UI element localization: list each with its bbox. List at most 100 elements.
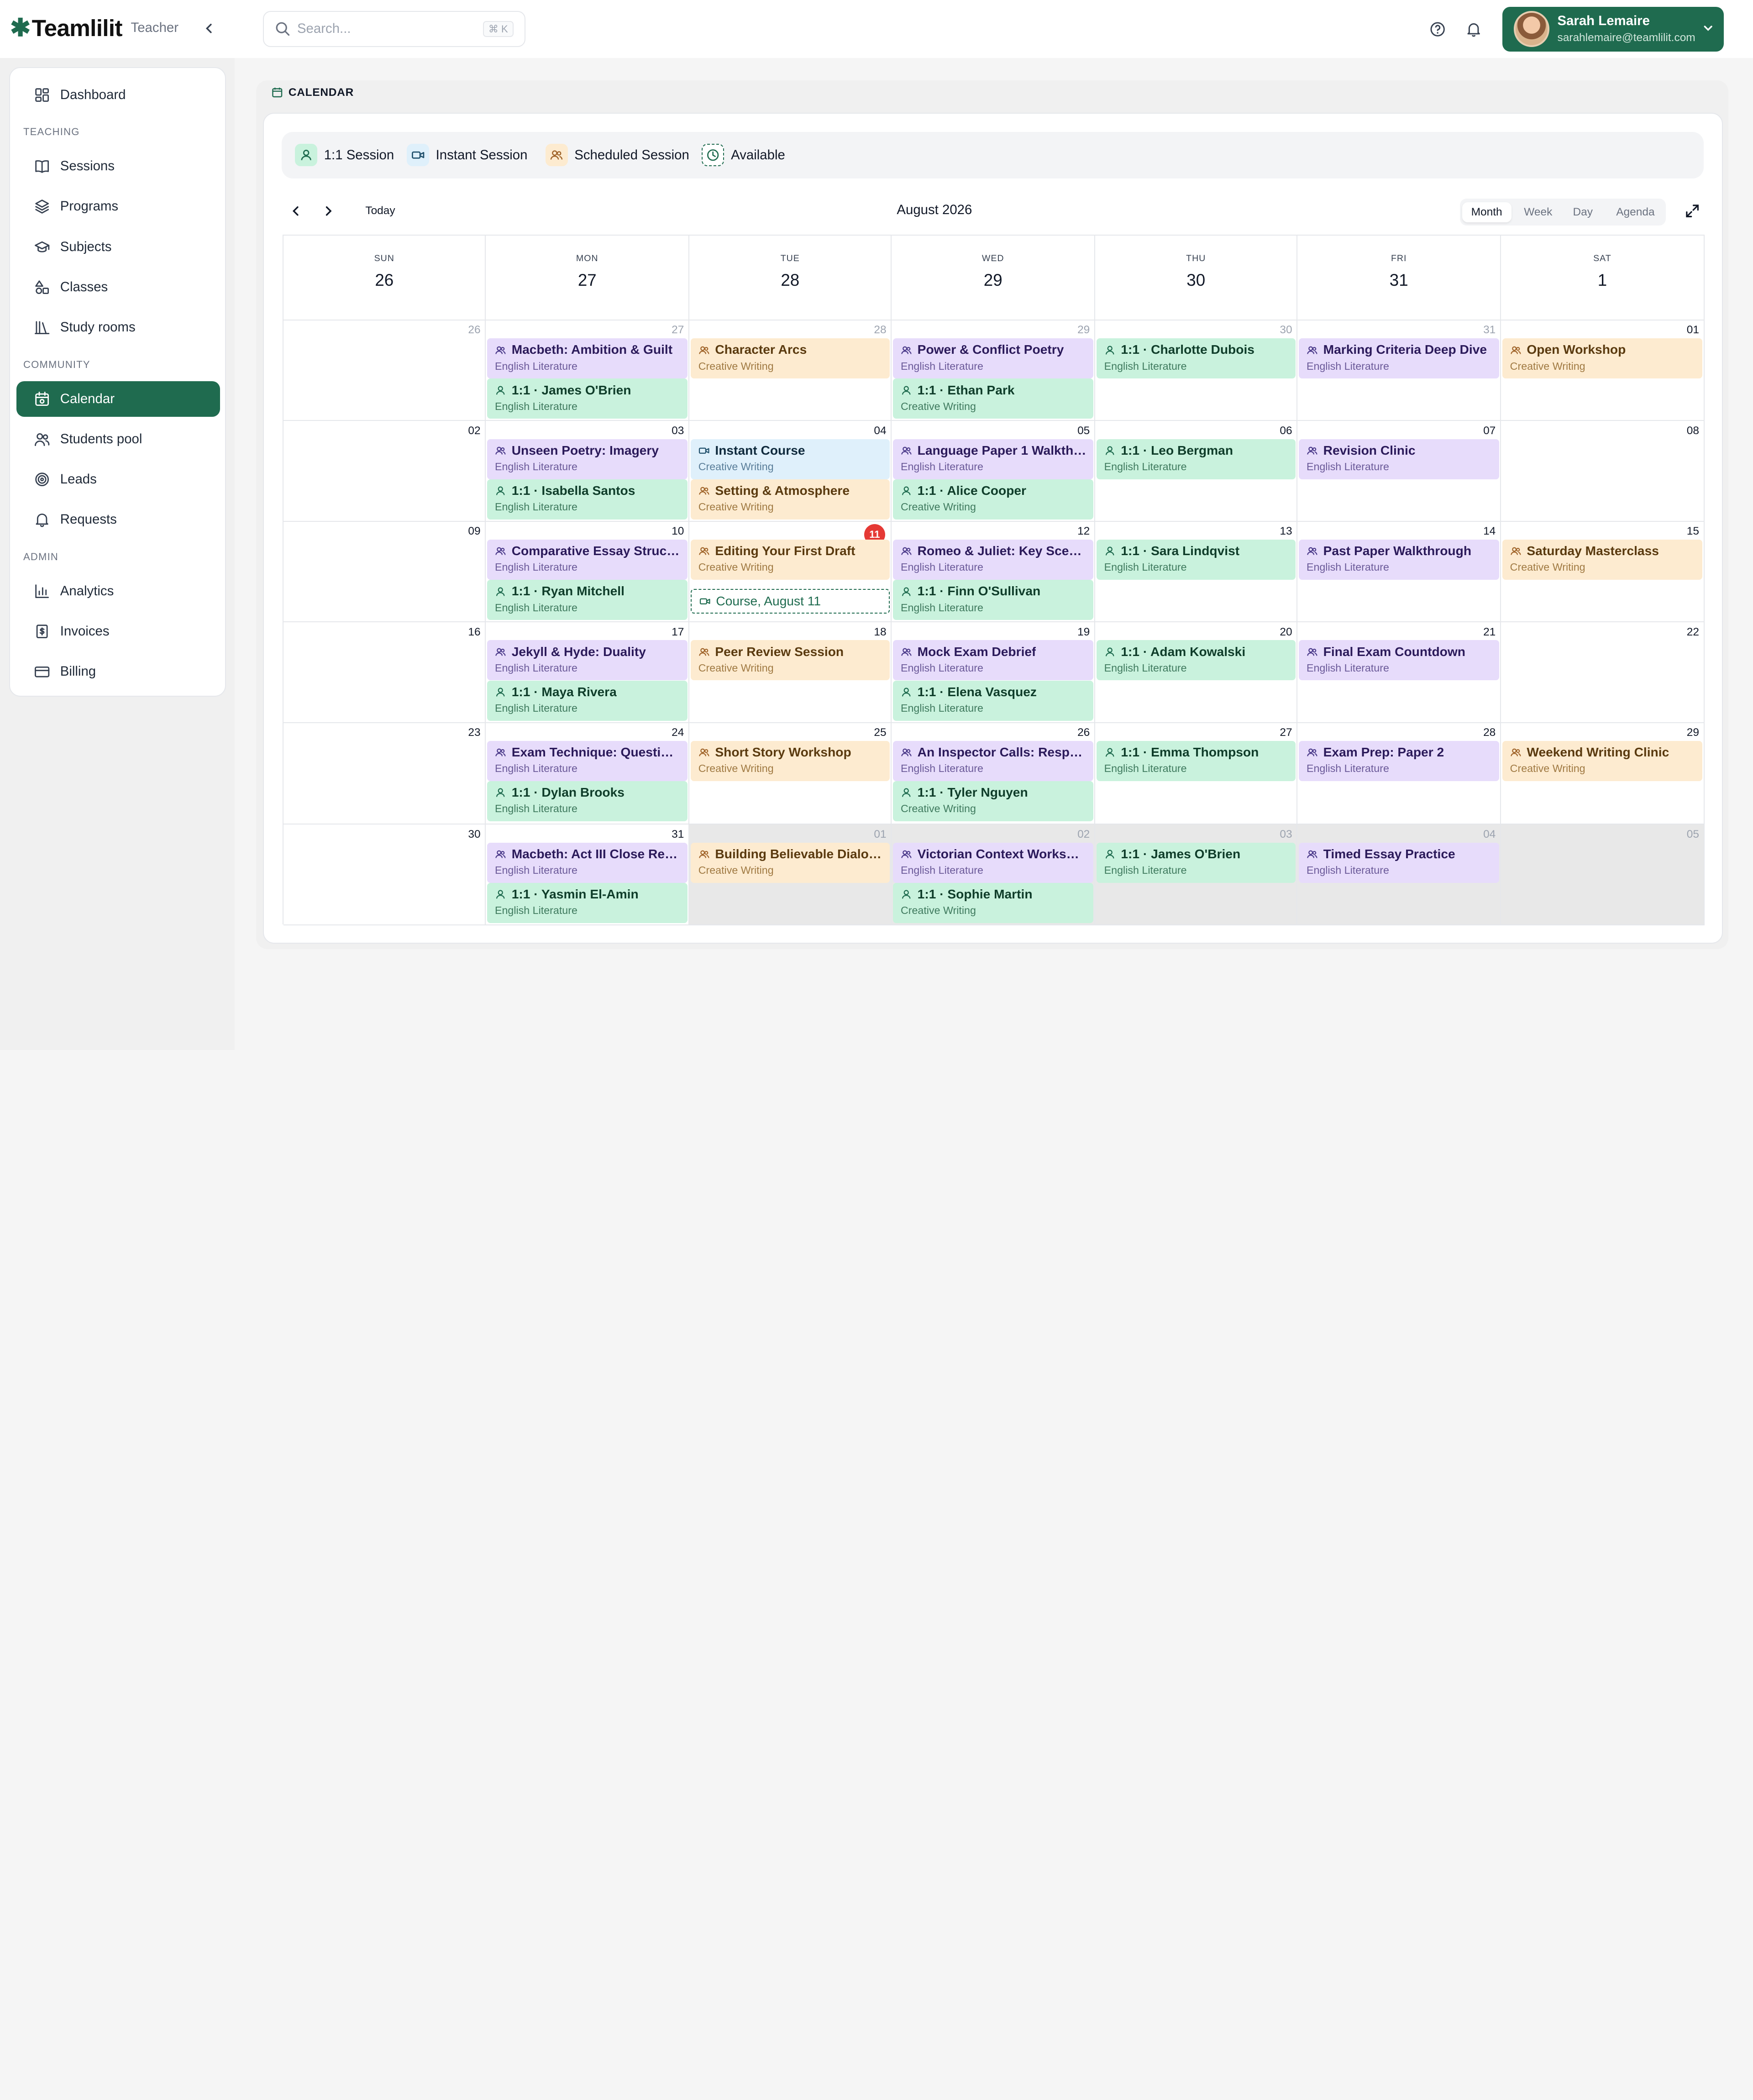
day-cell[interactable]: 31 Marking Criteria Deep Dive English Lite…: [1297, 320, 1501, 421]
day-cell[interactable]: 01 Open Workshop Creative Writing: [1501, 320, 1705, 421]
user-menu[interactable]: Sarah Lemaire sarahlemaire@teamlilit.com: [1502, 6, 1724, 52]
calendar-event[interactable]: Marking Criteria Deep Dive English Litera…: [1298, 338, 1499, 379]
day-cell[interactable]: 06 1:1 · Leo Bergman English Literature: [1095, 421, 1298, 522]
calendar-event[interactable]: Romeo & Juliet: Key Scenes English Litera…: [892, 539, 1093, 580]
calendar-event[interactable]: Macbeth: Ambition & Guilt English Literat…: [487, 338, 688, 379]
sidebar-item-subjects[interactable]: Subjects: [16, 229, 220, 265]
day-cell[interactable]: 19 Mock Exam Debrief English Literature 1:1…: [892, 622, 1096, 723]
day-cell[interactable]: 05 Language Paper 1 Walkthro... English Li…: [892, 421, 1096, 522]
calendar-event[interactable]: Exam Prep: Paper 2 English Literature: [1298, 740, 1499, 781]
calendar-event[interactable]: Short Story Workshop Creative Writing: [690, 740, 890, 781]
day-cell[interactable]: 28 Exam Prep: Paper 2 English Literature: [1297, 723, 1501, 825]
calendar-event[interactable]: Revision Clinic English Literature: [1298, 439, 1499, 479]
view-agenda-button[interactable]: Agenda: [1607, 202, 1663, 222]
calendar-event[interactable]: Unseen Poetry: Imagery English Literature: [487, 439, 688, 479]
day-cell[interactable]: 29 Power & Conflict Poetry English Literat…: [892, 320, 1096, 421]
calendar-event[interactable]: Mock Exam Debrief English Literature: [892, 640, 1093, 681]
sidebar-item-requests[interactable]: Requests: [16, 502, 220, 537]
calendar-event[interactable]: Victorian Context Workshop English Litera…: [892, 842, 1093, 883]
calendar-event[interactable]: Saturday Masterclass Creative Writing: [1502, 539, 1703, 580]
day-cell[interactable]: 25 Short Story Workshop Creative Writing: [689, 723, 892, 825]
day-cell[interactable]: 26: [283, 320, 486, 421]
day-cell[interactable]: 28 Character Arcs Creative Writing: [689, 320, 892, 421]
sidebar-item-dashboard[interactable]: Dashboard: [16, 77, 220, 113]
calendar-event[interactable]: Comparative Essay Structu... English Lite…: [487, 539, 688, 580]
day-cell[interactable]: 12 Romeo & Juliet: Key Scenes English Lite…: [892, 521, 1096, 623]
day-cell[interactable]: 14 Past Paper Walkthrough English Literatu…: [1297, 521, 1501, 623]
day-cell[interactable]: 27 1:1 · Emma Thompson English Literature: [1095, 723, 1298, 825]
day-cell[interactable]: 16: [283, 622, 486, 723]
day-cell[interactable]: 01 Building Believable Dialogue Creative W…: [689, 824, 892, 925]
calendar-event[interactable]: Power & Conflict Poetry English Literatur…: [892, 338, 1093, 379]
calendar-event[interactable]: Editing Your First Draft Creative Writing: [690, 539, 890, 580]
sidebar-item-billing[interactable]: Billing: [16, 654, 220, 689]
day-cell[interactable]: 30: [283, 824, 486, 925]
collapse-sidebar-button[interactable]: [201, 18, 217, 40]
day-cell[interactable]: 20 1:1 · Adam Kowalski English Literature: [1095, 622, 1298, 723]
calendar-event[interactable]: Peer Review Session Creative Writing: [690, 640, 890, 681]
view-month-button[interactable]: Month: [1462, 202, 1512, 222]
calendar-event[interactable]: Jekyll & Hyde: Duality English Literature: [487, 640, 688, 681]
search-input[interactable]: Search... ⌘ K: [262, 11, 525, 47]
day-cell[interactable]: 18 Peer Review Session Creative Writing: [689, 622, 892, 723]
calendar-event[interactable]: Final Exam Countdown English Literature: [1298, 640, 1499, 681]
day-cell[interactable]: 27 Macbeth: Ambition & Guilt English Liter…: [486, 320, 690, 421]
day-cell[interactable]: 05: [1501, 824, 1705, 925]
calendar-event[interactable]: 1:1 · Maya Rivera English Literature: [487, 680, 688, 721]
day-cell[interactable]: 29 Weekend Writing Clinic Creative Writing: [1501, 723, 1705, 825]
calendar-event[interactable]: 1:1 · Leo Bergman English Literature: [1096, 439, 1296, 479]
calendar-event[interactable]: Instant Course Creative Writing: [690, 439, 890, 479]
calendar-event[interactable]: 1:1 · Yasmin El-Amin English Literature: [487, 882, 688, 923]
calendar-event[interactable]: 1:1 · James O'Brien English Literature: [1096, 842, 1296, 883]
day-cell[interactable]: 07 Revision Clinic English Literature: [1297, 421, 1501, 522]
day-cell[interactable]: 04 Instant Course Creative Writing Setting …: [689, 421, 892, 522]
help-button[interactable]: [1427, 18, 1449, 40]
calendar-event[interactable]: Setting & Atmosphere Creative Writing: [690, 479, 890, 520]
day-cell[interactable]: 26 An Inspector Calls: Respon... English L…: [892, 723, 1096, 825]
day-cell[interactable]: 09: [283, 521, 486, 623]
sidebar-item-students-pool[interactable]: Students pool: [16, 421, 220, 457]
sidebar-item-study-rooms[interactable]: Study rooms: [16, 310, 220, 345]
day-cell[interactable]: 22: [1501, 622, 1705, 723]
day-cell[interactable]: 23: [283, 723, 486, 825]
calendar-event[interactable]: Weekend Writing Clinic Creative Writing: [1502, 740, 1703, 781]
calendar-event[interactable]: 1:1 · Sara Lindqvist English Literature: [1096, 539, 1296, 580]
calendar-event[interactable]: 1:1 · Alice Cooper Creative Writing: [892, 479, 1093, 520]
available-slot[interactable]: Course, August 11: [690, 588, 890, 614]
sidebar-item-leads[interactable]: Leads: [16, 462, 220, 497]
day-cell[interactable]: 13 1:1 · Sara Lindqvist English Literature: [1095, 521, 1298, 623]
calendar-event[interactable]: Exam Technique: Question 5 English Litera…: [487, 740, 688, 781]
day-cell[interactable]: 15 Saturday Masterclass Creative Writing: [1501, 521, 1705, 623]
view-day-button[interactable]: Day: [1563, 202, 1603, 222]
calendar-event[interactable]: An Inspector Calls: Respon... English Lit…: [892, 740, 1093, 781]
calendar-event[interactable]: 1:1 · Finn O'Sullivan English Literature: [892, 580, 1093, 620]
expand-icon[interactable]: [1685, 203, 1700, 219]
day-cell[interactable]: 31 Macbeth: Act III Close Read... English …: [486, 824, 690, 925]
calendar-event[interactable]: 1:1 · Elena Vasquez English Literature: [892, 680, 1093, 721]
sidebar-item-programs[interactable]: Programs: [16, 189, 220, 224]
day-cell[interactable]: 02 Victorian Context Workshop English Lite…: [892, 824, 1096, 925]
sidebar-item-calendar[interactable]: Calendar: [16, 381, 220, 417]
calendar-event[interactable]: Language Paper 1 Walkthro... English Lite…: [892, 439, 1093, 479]
sidebar-item-classes[interactable]: Classes: [16, 269, 220, 305]
day-cell[interactable]: 11 Editing Your First Draft Creative Writi…: [689, 521, 892, 623]
calendar-event[interactable]: 1:1 · Isabella Santos English Literature: [487, 479, 688, 520]
calendar-event[interactable]: 1:1 · Charlotte Dubois English Literature: [1096, 338, 1296, 379]
calendar-event[interactable]: 1:1 · Sophie Martin Creative Writing: [892, 882, 1093, 923]
calendar-event[interactable]: Past Paper Walkthrough English Literature: [1298, 539, 1499, 580]
day-cell[interactable]: 03 1:1 · James O'Brien English Literature: [1095, 824, 1298, 925]
calendar-event[interactable]: 1:1 · Dylan Brooks English Literature: [487, 781, 688, 822]
calendar-event[interactable]: Timed Essay Practice English Literature: [1298, 842, 1499, 883]
day-cell[interactable]: 03 Unseen Poetry: Imagery English Literatu…: [486, 421, 690, 522]
calendar-event[interactable]: Character Arcs Creative Writing: [690, 338, 890, 379]
calendar-event[interactable]: 1:1 · Ryan Mitchell English Literature: [487, 580, 688, 620]
sidebar-item-invoices[interactable]: Invoices: [16, 614, 220, 649]
calendar-event[interactable]: 1:1 · Ethan Park Creative Writing: [892, 378, 1093, 419]
day-cell[interactable]: 21 Final Exam Countdown English Literature: [1297, 622, 1501, 723]
sidebar-item-sessions[interactable]: Sessions: [16, 148, 220, 184]
day-cell[interactable]: 30 1:1 · Charlotte Dubois English Literatu…: [1095, 320, 1298, 421]
day-cell[interactable]: 08: [1501, 421, 1705, 522]
calendar-event[interactable]: 1:1 · James O'Brien English Literature: [487, 378, 688, 419]
day-cell[interactable]: 04 Timed Essay Practice English Literature: [1297, 824, 1501, 925]
day-cell[interactable]: 24 Exam Technique: Question 5 English Lite…: [486, 723, 690, 825]
